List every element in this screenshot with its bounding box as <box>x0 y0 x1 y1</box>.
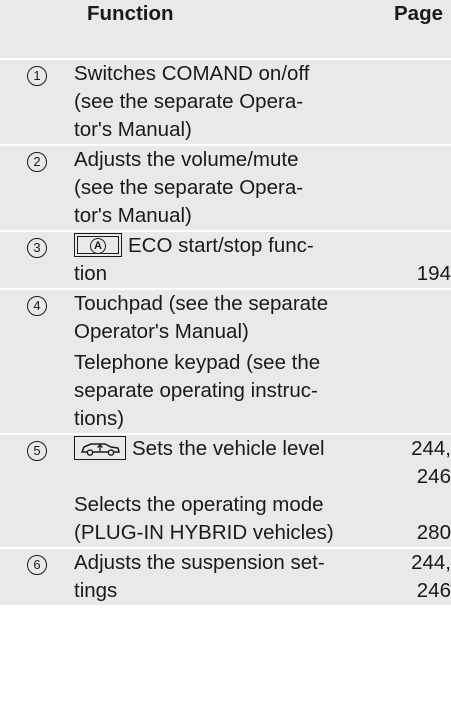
vehicle-level-button-icon <box>74 436 126 461</box>
function-description: Adjusts the volume/mute (see the separat… <box>74 144 379 231</box>
number-column-header <box>0 0 74 59</box>
table-row: 4 Touchpad (see the separate Operator's … <box>0 288 451 434</box>
page-reference: 244, 246 280 <box>379 433 451 548</box>
page-reference <box>379 58 451 145</box>
page-column-header: Page <box>379 0 451 59</box>
item-number-badge: 5 <box>27 441 47 461</box>
function-description: Adjusts the suspension set- tings <box>74 547 379 605</box>
function-description: Touchpad (see the separate Operator's Ma… <box>74 288 379 434</box>
table-row: 1 Switches COMAND on/off (see the separa… <box>0 58 451 145</box>
function-description: Sets the vehicle level Selects the opera… <box>74 433 379 548</box>
table-row: 5 Sets the vehicle level Selects the ope… <box>0 433 451 548</box>
eco-letter-icon: A <box>90 237 106 254</box>
table-row: 2 Adjusts the volume/mute (see the separ… <box>0 144 451 231</box>
item-number-badge: 3 <box>27 238 47 258</box>
table-row: 6 Adjusts the suspension set- tings 244,… <box>0 547 451 605</box>
table-header-row: Function Page <box>0 0 451 59</box>
function-column-header: Function <box>74 0 379 59</box>
page-reference: 244, 246 <box>379 547 451 605</box>
function-description: A ECO start/stop func- tion <box>74 230 379 289</box>
item-number-badge: 1 <box>27 66 47 86</box>
table-row: 3 A ECO start/stop func- tion 194 <box>0 230 451 289</box>
page-reference <box>379 288 451 434</box>
item-number-badge: 6 <box>27 555 47 575</box>
eco-start-stop-button-icon: A <box>74 233 122 258</box>
item-number-badge: 2 <box>27 152 47 172</box>
function-table: Function Page 1 Switches COMAND on/off (… <box>0 0 451 605</box>
page-reference <box>379 144 451 231</box>
function-description: Switches COMAND on/off (see the separate… <box>74 58 379 145</box>
item-number-badge: 4 <box>27 296 47 316</box>
page-reference: 194 <box>379 230 451 289</box>
